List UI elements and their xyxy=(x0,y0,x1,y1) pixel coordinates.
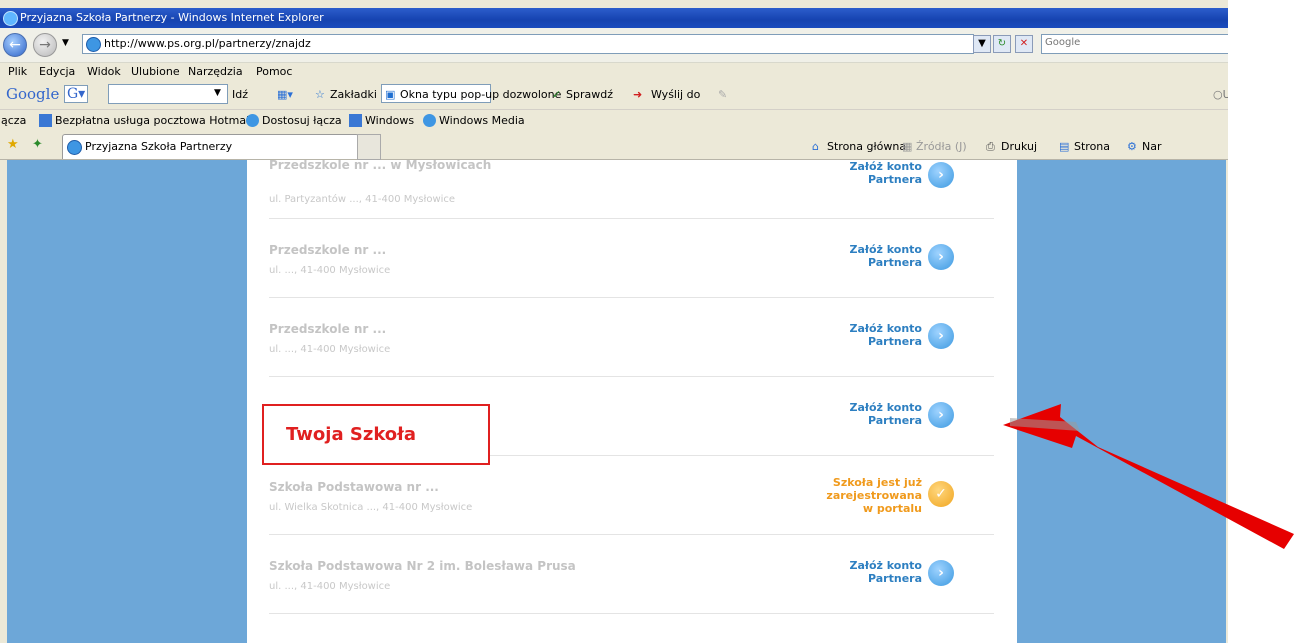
ie-link-icon xyxy=(246,114,259,127)
popup-window-icon: ▣ xyxy=(385,88,396,101)
tools-gear-icon: ⚙ xyxy=(1127,140,1137,153)
menu-ulubione[interactable]: Ulubione xyxy=(131,65,180,78)
search-input[interactable] xyxy=(1042,35,1228,50)
google-logo: Google xyxy=(6,85,60,103)
menu-edycja[interactable]: Edycja xyxy=(39,65,75,78)
bookmarks-button[interactable]: Zakładki xyxy=(330,88,377,101)
create-account-link[interactable]: Załóż konto Partnera xyxy=(842,401,923,427)
school-address: ul. ..., 41-400 Mysłowice xyxy=(269,344,391,355)
browser-window: Przyjazna Szkoła Partnerzy - Windows Int… xyxy=(0,0,1228,643)
tab-favicon-icon xyxy=(67,140,82,155)
your-school-highlight: Twoja Szkoła xyxy=(262,404,490,465)
school-name[interactable]: Szkoła Podstawowa nr ... xyxy=(269,480,439,494)
menu-bar: Plik Edycja Widok Ulubione Narzędzia Pom… xyxy=(0,63,1228,79)
tab-title: Przyjazna Szkoła Partnerzy xyxy=(85,140,233,153)
print-icon: ⎙ xyxy=(986,140,995,153)
msn-icon xyxy=(39,114,52,127)
home-icon: ⌂ xyxy=(812,140,819,153)
tab-bar: ★ ✦ Przyjazna Szkoła Partnerzy ⌂ Strona … xyxy=(0,132,1228,160)
menu-narzedzia[interactable]: Narzędzia xyxy=(188,65,243,78)
school-address: ul. Wielka Skotnica ..., 41-400 Mysłowic… xyxy=(269,502,473,513)
new-tab-button[interactable] xyxy=(357,134,381,160)
create-account-link[interactable]: Załóż konto Partnera xyxy=(812,160,923,186)
link-windows-media[interactable]: Windows Media xyxy=(439,114,525,127)
menu-plik[interactable]: Plik xyxy=(8,65,27,78)
address-toolbar: ← → ▼ ▼ ↻ ✕ xyxy=(0,28,1228,63)
school-address: ul. ..., 41-400 Mysłowice xyxy=(269,581,391,592)
add-favorite-icon[interactable]: ✦ xyxy=(32,137,43,152)
user-icon[interactable]: ○U xyxy=(1213,88,1228,101)
tools-button[interactable]: Nar xyxy=(1142,140,1162,153)
school-list-panel: Przedszkole nr ... w Mysłowicach ul. Par… xyxy=(247,160,1017,643)
url-input[interactable] xyxy=(103,36,965,51)
bookmarks-star-icon: ☆ xyxy=(315,88,325,101)
back-button[interactable]: ← xyxy=(3,33,27,57)
feeds-icon: ▦ xyxy=(902,140,913,153)
toolbar-buttons-icon[interactable]: ▦▾ xyxy=(277,88,293,101)
school-address: ul. ..., 41-400 Mysłowice xyxy=(269,265,391,276)
page-content: Przedszkole nr ... w Mysłowicach ul. Par… xyxy=(7,160,1226,643)
school-row: Szkoła Podstawowa Nr 2 im. Bolesława Pru… xyxy=(269,535,994,614)
go-button[interactable]: Idź xyxy=(232,88,248,101)
link-windows[interactable]: Windows xyxy=(365,114,414,127)
page-button[interactable]: Strona xyxy=(1074,140,1110,153)
spellcheck-icon: ✓ xyxy=(552,88,562,101)
msn-windows-icon xyxy=(349,114,362,127)
school-name[interactable]: Przedszkole nr ... xyxy=(269,322,386,336)
favorites-star-icon[interactable]: ★ xyxy=(7,137,19,152)
stop-icon[interactable]: ✕ xyxy=(1015,35,1033,53)
school-name[interactable]: Przedszkole nr ... xyxy=(269,243,386,257)
link-customize[interactable]: Dostosuj łącza xyxy=(262,114,342,127)
school-row: Przedszkole nr ... ul. ..., 41-400 Mysło… xyxy=(269,298,994,377)
google-g-icon[interactable]: G▾ xyxy=(64,85,89,103)
menu-pomoc[interactable]: Pomoc xyxy=(256,65,292,78)
your-school-label: Twoja Szkoła xyxy=(286,424,416,445)
history-dropdown-icon[interactable]: ▼ xyxy=(62,38,69,48)
registered-status: Szkoła jest już zarejestrowana w portalu xyxy=(826,476,922,515)
school-name[interactable]: Szkoła Podstawowa Nr 2 im. Bolesława Pru… xyxy=(269,559,576,573)
ie-media-icon xyxy=(423,114,436,127)
school-name[interactable]: Przedszkole nr ... w Mysłowicach xyxy=(269,160,491,172)
forward-button[interactable]: → xyxy=(33,33,57,57)
popup-label: Okna typu pop-up dozwolone xyxy=(400,88,562,101)
settings-wrench-icon[interactable]: ✎ xyxy=(718,88,727,101)
school-row: Szkoła Podstawowa nr ... ul. Wielka Skot… xyxy=(269,456,994,535)
window-title: Przyjazna Szkoła Partnerzy - Windows Int… xyxy=(20,11,324,24)
spellcheck-button[interactable]: Sprawdź xyxy=(566,88,613,101)
google-toolbar: Google G▾ ▼ Idź ▦▾ ☆ Zakładki ▣ Okna typ… xyxy=(0,80,1228,108)
google-search-dropdown-icon[interactable]: ▼ xyxy=(214,88,221,98)
ie-logo-icon xyxy=(3,11,18,26)
page-icon: ▤ xyxy=(1059,140,1070,153)
send-to-button[interactable]: Wyślij do xyxy=(651,88,700,101)
arrow-right-icon[interactable]: › xyxy=(928,402,954,428)
feeds-button[interactable]: Źródła (J) xyxy=(916,140,967,153)
google-search-field[interactable] xyxy=(108,84,228,104)
school-row: Przedszkole nr ... w Mysłowicach ul. Par… xyxy=(269,160,994,219)
school-address: ul. Partyzantów ..., 41-400 Mysłowice xyxy=(269,194,456,205)
print-button[interactable]: Drukuj xyxy=(1001,140,1037,153)
link-hotmail[interactable]: Bezpłatna usługa pocztowa Hotmail xyxy=(55,114,252,127)
links-bar: ącza Bezpłatna usługa pocztowa Hotmail D… xyxy=(0,109,1228,132)
arrow-right-icon[interactable]: › xyxy=(928,244,954,270)
checkmark-icon: ✓ xyxy=(928,481,954,507)
address-dropdown-icon[interactable]: ▼ xyxy=(973,35,991,53)
arrow-right-icon[interactable]: › xyxy=(928,323,954,349)
page-favicon-icon xyxy=(86,37,101,52)
create-account-link[interactable]: Załóż konto Partnera xyxy=(842,559,923,585)
send-to-icon: ➜ xyxy=(633,88,643,101)
arrow-right-icon[interactable]: › xyxy=(928,560,954,586)
create-account-link[interactable]: Załóż konto Partnera xyxy=(842,243,923,269)
home-button[interactable]: Strona główna xyxy=(827,140,906,153)
links-label: ącza xyxy=(1,114,27,127)
create-account-link[interactable]: Załóż konto Partnera xyxy=(842,322,923,348)
address-bar[interactable] xyxy=(82,34,974,54)
school-row: Przedszkole nr ... ul. ..., 41-400 Mysło… xyxy=(269,219,994,298)
title-bar: Przyjazna Szkoła Partnerzy - Windows Int… xyxy=(0,8,1228,28)
search-box[interactable] xyxy=(1041,34,1228,54)
arrow-right-icon[interactable]: › xyxy=(928,162,954,188)
tab-przyjazna-szkola[interactable]: Przyjazna Szkoła Partnerzy xyxy=(62,134,359,159)
menu-widok[interactable]: Widok xyxy=(87,65,121,78)
refresh-icon[interactable]: ↻ xyxy=(993,35,1011,53)
